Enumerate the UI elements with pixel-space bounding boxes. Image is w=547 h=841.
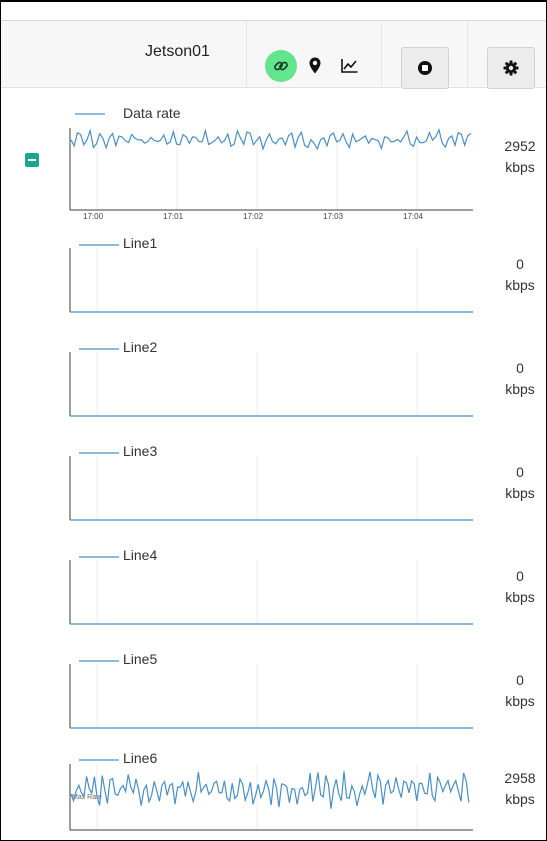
legend-label: Line1: [123, 235, 158, 251]
x-tick-label: 17:00: [83, 212, 104, 221]
x-tick-label: 17:02: [243, 212, 264, 221]
grid-lines: [96, 352, 418, 416]
x-tick-label: 17:04: [403, 212, 424, 221]
legend-label: Line2: [123, 339, 158, 355]
value-unit: kbps: [505, 381, 535, 397]
x-tick-label: 17:03: [323, 212, 344, 221]
value-unit: kbps: [505, 589, 535, 605]
legend-label: Data rate: [123, 105, 181, 121]
legend-label: Line3: [123, 443, 158, 459]
chart-plot: [69, 556, 473, 625]
current-value: 0 kbps: [498, 670, 542, 712]
chart-line1: Line1 0 kbps: [1, 228, 546, 320]
chart-plot: Max Rate: [69, 759, 473, 831]
chart-line5: Line5 0 kbps: [1, 644, 546, 736]
link-icon: [274, 61, 288, 71]
chart-plot: [69, 348, 473, 417]
map-pin-icon[interactable]: [309, 57, 321, 74]
chart-plot: [69, 244, 473, 313]
current-value: 0 kbps: [498, 358, 542, 400]
chart-plot: [69, 660, 473, 729]
value-unit: kbps: [505, 485, 535, 501]
value-number: 2958: [504, 770, 536, 786]
legend-label: Line6: [123, 750, 158, 766]
grid-lines: [96, 560, 418, 624]
current-value: 0 kbps: [498, 462, 542, 504]
chart-data-rate: 17:00 17:01 17:02 17:03 17:04 Data rate …: [1, 102, 546, 226]
chart-line4: Line4 0 kbps: [1, 540, 546, 632]
link-button[interactable]: [265, 50, 297, 82]
value-unit: kbps: [505, 159, 535, 175]
settings-button[interactable]: [487, 47, 535, 89]
record-button[interactable]: [401, 47, 449, 89]
chart-line2: Line2 0 kbps: [1, 332, 546, 424]
chart-plot: [69, 452, 473, 521]
grid-lines: [96, 664, 418, 728]
value-number: 2952: [504, 138, 536, 154]
value-number: 0: [516, 256, 524, 272]
grid-lines: [96, 248, 418, 312]
value-unit: kbps: [505, 791, 535, 807]
current-value: 2952 kbps: [498, 136, 542, 178]
legend-label: Line4: [123, 547, 158, 563]
chart-line6: Max Rate Line6 2958 kbps: [1, 748, 546, 838]
value-number: 0: [516, 464, 524, 480]
chart-plot: 17:00 17:01 17:02 17:03 17:04: [69, 113, 473, 221]
value-unit: kbps: [505, 277, 535, 293]
grid-lines: [96, 456, 418, 520]
line-chart-icon[interactable]: [341, 58, 358, 73]
toolbar: Jetson01: [1, 20, 546, 89]
line6-series: [70, 771, 470, 809]
value-unit: kbps: [505, 693, 535, 709]
value-number: 0: [516, 672, 524, 688]
current-value: 2958 kbps: [498, 768, 542, 810]
value-number: 0: [516, 360, 524, 376]
toolbar-divider: [246, 21, 247, 87]
app-frame: Jetson01 17:00 17:01 17:02 17:03 17:04 D…: [0, 0, 547, 841]
current-value: 0 kbps: [498, 566, 542, 608]
gear-icon: [503, 60, 519, 76]
data-rate-series: [70, 127, 472, 151]
device-name: Jetson01: [145, 43, 210, 60]
x-tick-label: 17:01: [163, 212, 184, 221]
value-number: 0: [516, 568, 524, 584]
toolbar-divider: [467, 21, 468, 87]
toolbar-divider: [381, 21, 382, 87]
current-value: 0 kbps: [498, 254, 542, 296]
legend-label: Line5: [123, 651, 158, 667]
chart-line3: Line3 0 kbps: [1, 436, 546, 528]
record-icon: [418, 61, 432, 75]
